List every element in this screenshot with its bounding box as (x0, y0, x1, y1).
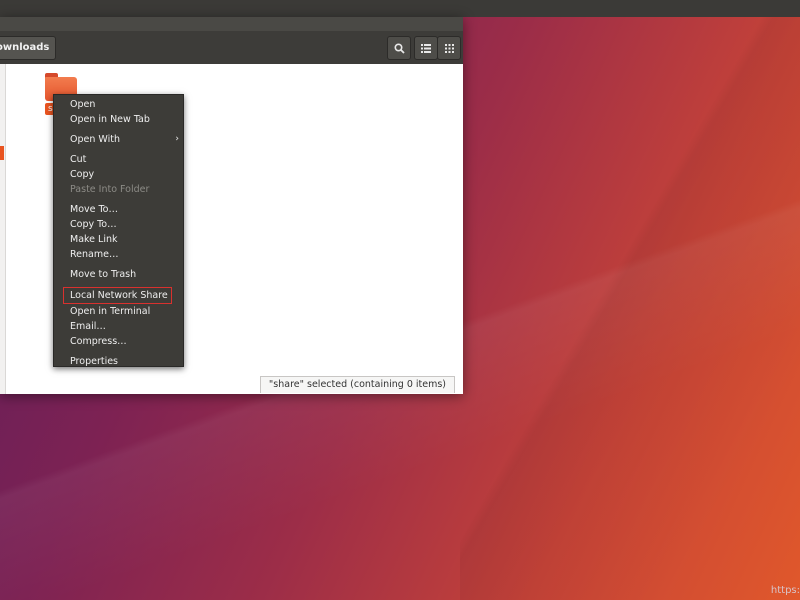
menu-item-cut[interactable]: Cut (54, 152, 183, 167)
status-bar: "share" selected (containing 0 items) (259, 376, 455, 393)
context-menu: Open Open in New Tab Open With › Cut Cop… (53, 94, 184, 367)
menu-item-local-network-share[interactable]: Local Network Share (63, 287, 172, 304)
menu-item-copy[interactable]: Copy (54, 167, 183, 182)
menu-item-email[interactable]: Email… (54, 319, 183, 334)
desktop-url-text: https: (770, 585, 800, 596)
menu-item-make-link[interactable]: Make Link (54, 232, 183, 247)
grid-view-button[interactable] (437, 36, 461, 60)
sidebar (0, 64, 6, 394)
menu-item-open-new-tab[interactable]: Open in New Tab (54, 112, 183, 127)
menu-item-compress[interactable]: Compress… (54, 334, 183, 349)
chevron-right-icon: › (175, 134, 179, 144)
sidebar-active-marker (0, 146, 4, 160)
menu-item-label: Open With (70, 134, 120, 145)
search-button[interactable] (387, 36, 411, 60)
top-panel (0, 0, 800, 17)
desktop-wallpaper (460, 17, 800, 600)
menu-item-open-with[interactable]: Open With › (54, 132, 183, 147)
menu-item-open-in-terminal[interactable]: Open in Terminal (54, 304, 183, 319)
menu-item-rename[interactable]: Rename… (54, 247, 183, 262)
menu-item-properties[interactable]: Properties (54, 354, 183, 369)
list-view-button[interactable] (414, 36, 438, 60)
menu-item-move-to[interactable]: Move To… (54, 202, 183, 217)
header-toolbar: ownloads (0, 31, 463, 65)
breadcrumb-label: ownloads (0, 42, 50, 53)
path-breadcrumb-downloads[interactable]: ownloads (0, 36, 57, 60)
menu-item-copy-to[interactable]: Copy To… (54, 217, 183, 232)
list-view-icon (421, 43, 431, 53)
grid-view-icon (444, 43, 454, 53)
window-titlebar[interactable] (0, 17, 463, 31)
menu-item-open[interactable]: Open (54, 97, 183, 112)
menu-item-paste-into-folder: Paste Into Folder (70, 184, 150, 195)
menu-item-move-to-trash[interactable]: Move to Trash (54, 267, 183, 282)
search-icon (393, 42, 405, 54)
